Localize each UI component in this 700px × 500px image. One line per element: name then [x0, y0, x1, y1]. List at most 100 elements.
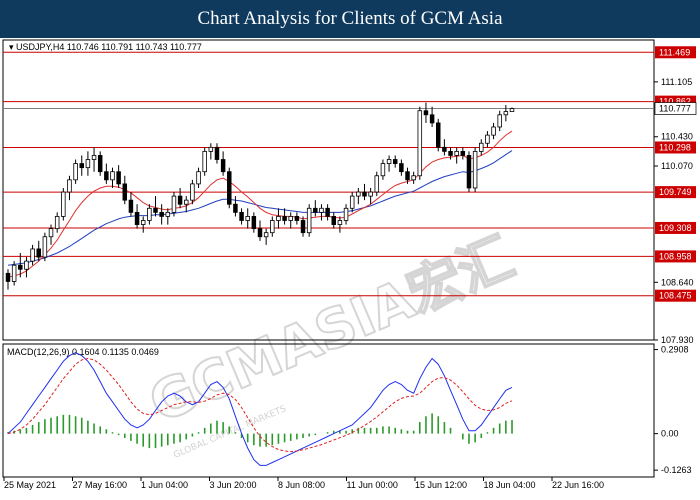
candle-body: [24, 260, 29, 270]
candle-body: [276, 216, 281, 221]
price-axis-tick-label: 108.640: [661, 277, 694, 287]
candle-body: [116, 171, 121, 185]
candle-body: [485, 134, 490, 144]
candle-body: [509, 108, 515, 112]
candle-body: [337, 220, 343, 225]
candle-body: [128, 199, 134, 213]
candle-body: [386, 159, 392, 164]
time-axis-tick-label: 8 Jun 08:00: [278, 480, 325, 490]
candle-body: [48, 228, 54, 238]
candle-body: [18, 264, 23, 270]
candle-body: [147, 207, 152, 221]
time-axis-tick-label: 18 Jun 04:00: [484, 480, 536, 490]
candle-body: [220, 159, 226, 173]
time-axis-tick-label: 27 May 16:00: [73, 480, 128, 490]
candle-body: [349, 195, 355, 209]
time-axis-tick-label: 3 Jun 20:00: [210, 480, 257, 490]
candle-body: [429, 114, 435, 124]
candle-body: [392, 159, 398, 164]
price-level-label: 108.475: [659, 291, 692, 301]
chart-header-title: Chart Analysis for Clients of GCM Asia: [197, 8, 503, 29]
candle-body: [5, 272, 11, 282]
candle-body: [460, 150, 466, 156]
candle-body: [202, 150, 207, 173]
candle-body: [448, 150, 453, 156]
candle-body: [54, 216, 60, 230]
price-level-label: 109.749: [659, 187, 692, 197]
price-level-label: 110.298: [659, 142, 691, 152]
candle-body: [325, 207, 330, 217]
candle-body: [110, 171, 115, 181]
candle-body: [417, 110, 423, 177]
candle-body: [491, 126, 496, 136]
price-axis-tick-label: 110.430: [661, 132, 693, 142]
macd-panel: 0.2908 0.00 -0.1263 MACD(12,26,9) 0.1604 0.…: [2, 343, 692, 478]
candle-body: [466, 155, 472, 189]
candle-body: [270, 220, 275, 234]
candle-body: [177, 195, 183, 205]
candle-body: [134, 211, 140, 225]
candle-body: [356, 191, 361, 197]
chart-header-banner: Chart Analysis for Clients of GCM Asia: [0, 0, 700, 38]
candle-body: [91, 155, 97, 160]
candle-body: [183, 199, 189, 205]
time-axis-tick-label: 15 Jun 12:00: [415, 480, 467, 490]
candle-body: [423, 110, 429, 116]
candle-body: [306, 207, 312, 234]
candle-body: [67, 179, 72, 193]
price-panel-frame: [2, 39, 655, 341]
candle-body: [497, 114, 502, 128]
candle-body: [313, 207, 318, 213]
candle-body: [442, 146, 447, 152]
candle-body: [362, 191, 367, 197]
price-panel-title: ▾ USDJPY,H4 110.746 110.791 110.743 110.…: [9, 42, 202, 52]
candle-body: [282, 216, 287, 221]
candle-body: [227, 171, 232, 205]
candle-body: [411, 175, 416, 181]
time-axis-tick-label: 25 May 2021: [4, 480, 56, 490]
time-axis-tick-label: 1 Jun 04:00: [141, 480, 188, 490]
candle-body: [331, 216, 337, 225]
candle-body: [294, 216, 300, 221]
price-axis-tick-label: 110.070: [661, 161, 693, 171]
candle-body: [61, 191, 66, 217]
candle-body: [472, 150, 478, 189]
price-level-label: 111.469: [659, 47, 690, 57]
candle-body: [319, 207, 324, 213]
candle-body: [73, 163, 78, 181]
candle-body: [196, 171, 201, 185]
watermark-logo: GCMASIA宏汇GLOBAL CAPITAL MARKETS: [139, 224, 523, 460]
candle-body: [122, 183, 128, 201]
candle-body: [380, 163, 386, 177]
candle-body: [251, 216, 257, 230]
candle-body: [245, 216, 250, 221]
candle-body: [104, 171, 109, 181]
candle-body: [153, 207, 158, 213]
candle-body: [399, 163, 404, 173]
candle-body: [257, 228, 263, 238]
macd-panel-title: MACD(12,26,9) 0.1604 0.1135 0.0469: [7, 347, 159, 357]
candle-body: [239, 211, 244, 221]
price-level-label: 109.308: [659, 223, 692, 233]
candle-body: [405, 171, 410, 181]
candle-body: [214, 146, 220, 160]
price-axis-tick-label: 107.930: [661, 335, 694, 345]
candle-body: [479, 142, 484, 152]
time-axis-tick-label: 11 Jun 00:00: [347, 480, 398, 490]
candle-body: [11, 264, 17, 282]
macd-axis-tick-label: 0.00: [661, 429, 679, 439]
candle-body: [343, 207, 349, 221]
candle-body: [30, 248, 35, 262]
candle-body: [300, 220, 306, 234]
price-axis-tick-label: 111.105: [661, 77, 692, 87]
time-axis: 25 May 2021 27 May 16:00 1 Jun 04:00 3 Jun …: [3, 476, 654, 490]
candle-body: [288, 216, 293, 221]
candle-body: [233, 203, 238, 213]
candle-body: [503, 111, 509, 116]
price-level-label: 108.958: [659, 251, 692, 261]
chart-canvas: GCMASIA宏汇GLOBAL CAPITAL MARKETS 111.105 1…: [2, 39, 697, 490]
candle-body: [454, 150, 459, 156]
current-price-label: 110.777: [659, 104, 691, 114]
candle-body: [190, 183, 195, 201]
time-axis-tick-label: 22 Jun 16:00: [552, 480, 604, 490]
